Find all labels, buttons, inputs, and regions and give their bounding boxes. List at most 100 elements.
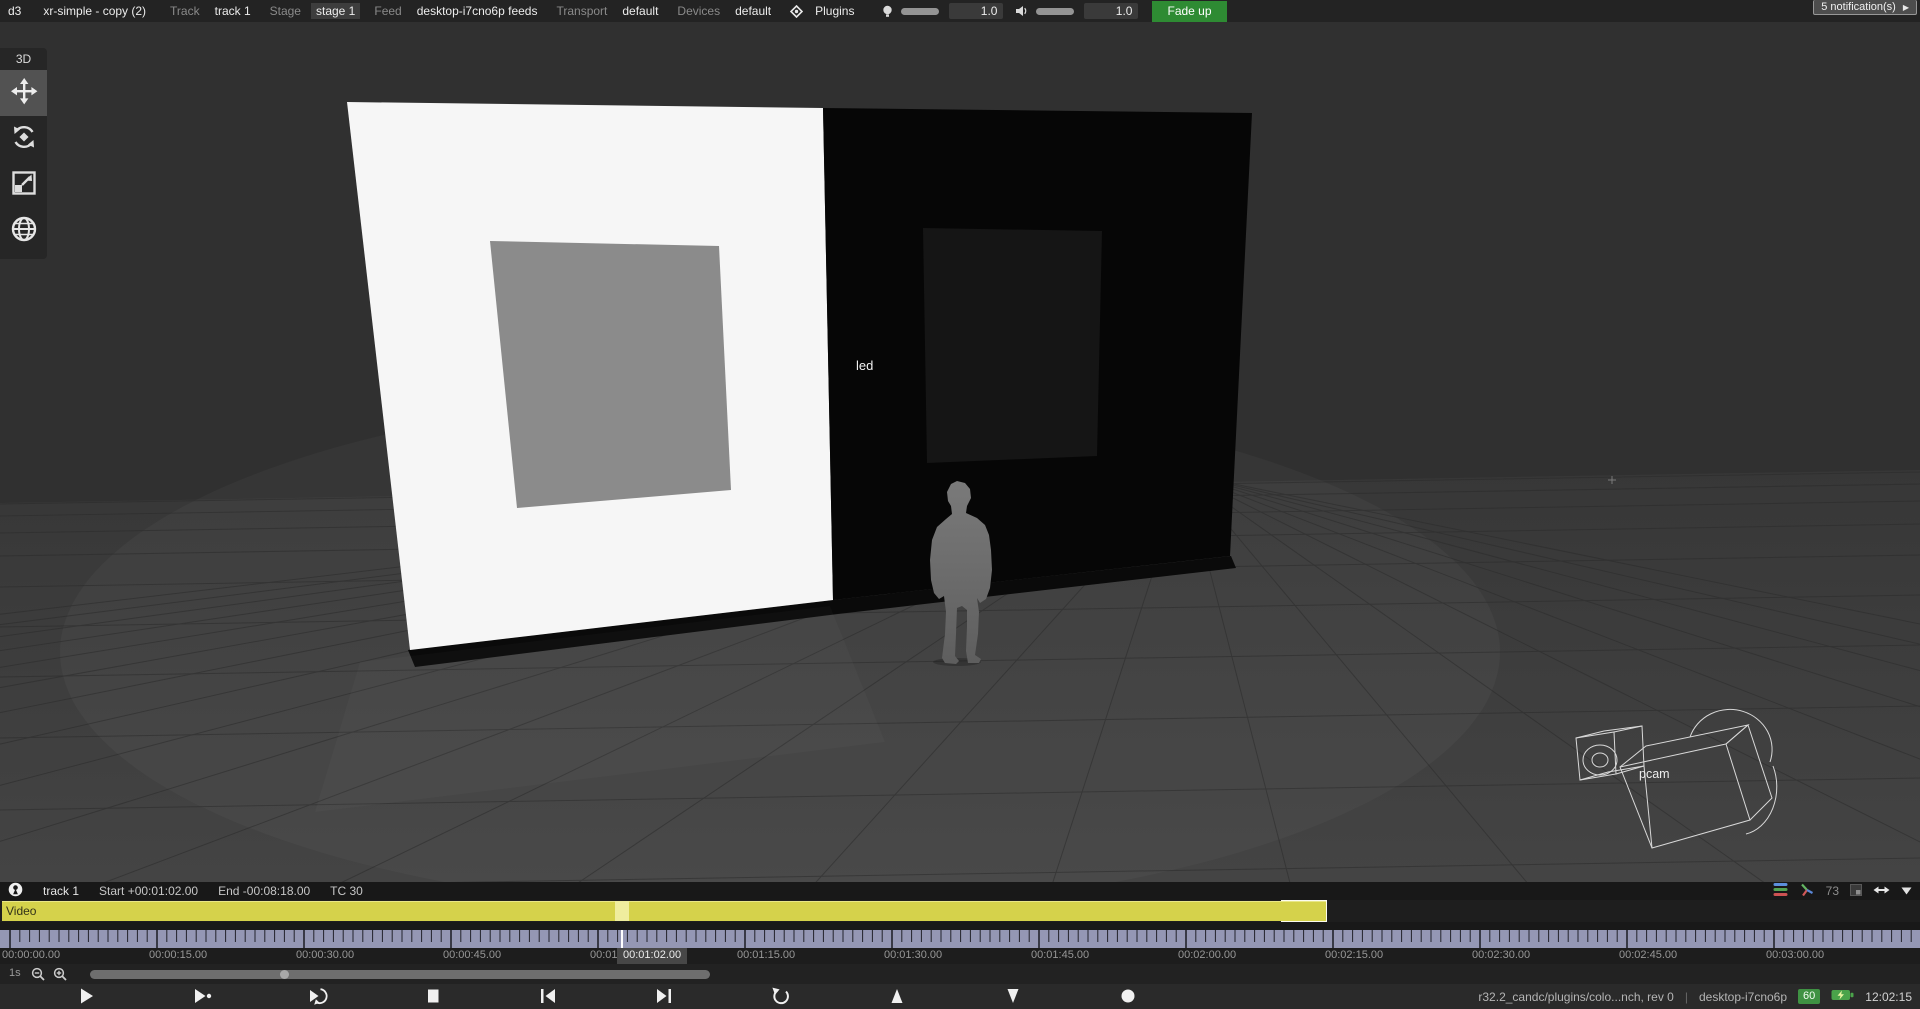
brightness-slider[interactable] (901, 8, 939, 15)
top-menu-bar: d3 xr-simple - copy (2) Track track 1 St… (0, 0, 1920, 22)
brightness-icon (881, 5, 894, 18)
previous-track-button[interactable] (885, 986, 909, 1006)
brightness-value-field[interactable]: 1.0 (949, 3, 1003, 19)
status-separator: | (1685, 990, 1688, 1004)
timeline-scrollbar-handle[interactable] (280, 970, 289, 979)
build-info: r32.2_candc/plugins/colo...nch, rev 0 (1478, 990, 1673, 1004)
battery-charging-icon (1831, 989, 1854, 1004)
ruler-label: 00:00:45.00 (443, 949, 501, 961)
track-start-time[interactable]: Start +00:01:02.00 (99, 884, 198, 898)
camera-label: pcam (1639, 767, 1670, 781)
ruler-label: 00:02:15.00 (1325, 949, 1383, 961)
track-timecode-format[interactable]: TC 30 (330, 884, 363, 898)
track-keyhole-icon[interactable] (8, 882, 23, 900)
viewport-tool-panel: 3D (0, 48, 47, 259)
status-bar: r32.2_candc/plugins/colo...nch, rev 0 | … (1478, 984, 1912, 1009)
previous-section-icon (536, 986, 560, 1006)
notification-badge[interactable]: 5 notification(s) ▶ (1813, 0, 1917, 15)
track-row-controls: 73 (1773, 882, 1912, 900)
stage-3d-scene[interactable]: led (0, 22, 1920, 882)
layer-thumbnail-icon[interactable] (1850, 884, 1862, 899)
white-screen-content-rect (490, 241, 731, 508)
plugins-menu-label: Plugins (810, 3, 859, 19)
view-mode-label[interactable]: 3D (0, 48, 47, 70)
next-track-icon (1001, 986, 1025, 1006)
record-button[interactable] (1116, 986, 1140, 1006)
transport-menu-value[interactable]: default (617, 3, 663, 19)
devices-menu-value[interactable]: default (730, 3, 776, 19)
ruler-label: 00:02:30.00 (1472, 949, 1530, 961)
feed-menu-label: Feed (374, 4, 401, 18)
track-end-time[interactable]: End -00:08:18.00 (218, 884, 310, 898)
timeline-panel: track 1 Start +00:01:02.00 End -00:08:18… (0, 882, 1920, 1009)
led-screen-black[interactable]: led (823, 108, 1252, 600)
stop-button[interactable] (421, 986, 445, 1006)
play-to-end-of-section-icon (190, 986, 214, 1006)
volume-icon (1015, 5, 1029, 17)
return-to-start-button[interactable] (769, 986, 793, 1006)
project-name[interactable]: xr-simple - copy (2) (43, 4, 146, 18)
scale-tool-button[interactable] (0, 162, 47, 208)
layer-count: 73 (1826, 884, 1839, 898)
globe-tool-button[interactable] (0, 208, 47, 254)
ruler-label: 00:02:45.00 (1619, 949, 1677, 961)
video-layer-label: Video (6, 904, 36, 918)
fit-width-icon[interactable] (1873, 884, 1890, 899)
move-icon (10, 77, 38, 110)
play-to-end-of-section-button[interactable] (190, 986, 214, 1006)
ruler-label: 00:03:00.00 (1766, 949, 1824, 961)
scale-icon (11, 170, 37, 201)
rotate-tool-button[interactable] (0, 116, 47, 162)
fps-badge: 60 (1798, 989, 1820, 1004)
stage-3d-viewport[interactable]: led (0, 22, 1920, 882)
next-section-button[interactable] (652, 986, 676, 1006)
timeline-zoom-row: 1s (0, 964, 1920, 984)
axes-icon[interactable] (1799, 882, 1815, 900)
next-track-button[interactable] (1001, 986, 1025, 1006)
stop-icon (421, 986, 445, 1006)
track-menu-value[interactable]: track 1 (210, 3, 256, 19)
previous-track-icon (885, 986, 909, 1006)
app-menu-d3[interactable]: d3 (8, 4, 21, 18)
play-button[interactable] (74, 986, 98, 1006)
stage-menu-value[interactable]: stage 1 (311, 3, 360, 19)
feed-menu-value[interactable]: desktop-i7cno6p feeds (412, 3, 543, 19)
timeline-ruler[interactable] (0, 930, 1920, 948)
rotate-icon (10, 123, 38, 156)
timeline-scrollbar[interactable] (90, 970, 710, 979)
ruler-label: 00:02:00.00 (1178, 949, 1236, 961)
volume-value-field[interactable]: 1.0 (1084, 3, 1138, 19)
play-icon (74, 986, 98, 1006)
next-section-icon (652, 986, 676, 1006)
plugins-menu[interactable]: Plugins (790, 3, 859, 19)
loop-section-icon (306, 986, 330, 1006)
video-layer-bar[interactable]: Video (2, 901, 1327, 921)
move-tool-button[interactable] (0, 70, 47, 116)
stage-menu-label: Stage (270, 4, 301, 18)
ruler-label: 00:00:30.00 (296, 949, 354, 961)
loop-section-button[interactable] (306, 986, 330, 1006)
timeline-track-name[interactable]: track 1 (43, 884, 79, 898)
collapse-track-icon[interactable] (1901, 884, 1912, 898)
previous-section-button[interactable] (536, 986, 560, 1006)
fade-up-button[interactable]: Fade up (1152, 1, 1226, 22)
zoom-interval-label: 1s (9, 967, 21, 979)
ruler-label: 00:01:15.00 (737, 949, 795, 961)
layers-icon[interactable] (1773, 882, 1788, 900)
black-screen-content-rect (923, 228, 1102, 463)
machine-name: desktop-i7cno6p (1699, 990, 1787, 1004)
volume-slider[interactable] (1036, 8, 1074, 15)
record-icon (1116, 986, 1140, 1006)
devices-menu-label: Devices (677, 4, 720, 18)
led-screen-white[interactable] (347, 102, 833, 650)
led-screen-label: led (856, 358, 873, 373)
plugins-diamond-icon (790, 5, 803, 18)
ruler-label: 00:00:15.00 (149, 949, 207, 961)
video-playhead-section[interactable] (615, 901, 629, 921)
timeline-note-strip (0, 922, 1920, 930)
ruler-ticks (0, 930, 1920, 948)
current-timecode-badge[interactable]: 00:01:02.00 (617, 948, 687, 964)
globe-icon (10, 215, 38, 248)
playhead-line[interactable] (621, 930, 623, 948)
notification-expand-icon[interactable]: ▶ (1903, 1, 1909, 14)
